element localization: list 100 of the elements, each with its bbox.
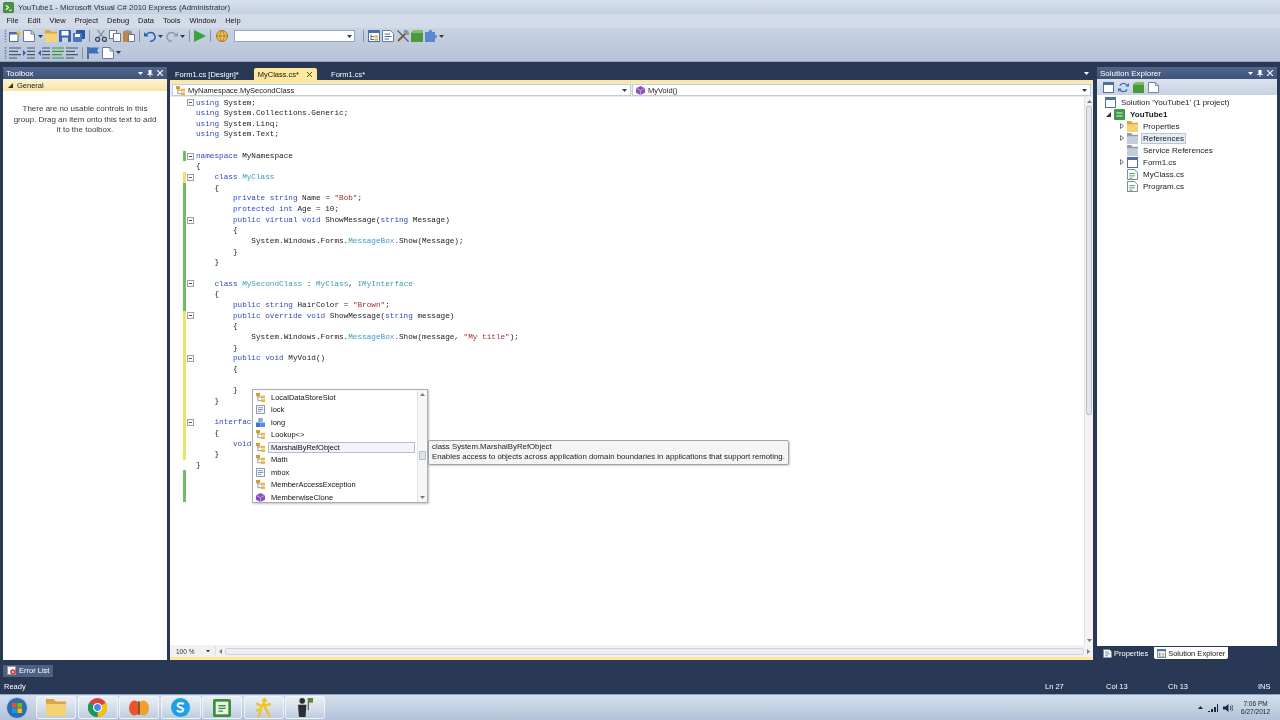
tools-icon[interactable]: [396, 30, 409, 43]
undo-icon[interactable]: [144, 30, 157, 43]
window-icon[interactable]: [1103, 81, 1114, 93]
document-lines-icon[interactable]: [382, 30, 395, 43]
flag-orb-icon[interactable]: [6, 696, 28, 719]
text-lines-icon[interactable]: [9, 46, 22, 59]
close-icon[interactable]: [307, 71, 313, 77]
cube-icon: [636, 85, 645, 95]
right-arrow-icon[interactable]: [1087, 648, 1090, 654]
vertical-scrollbar[interactable]: [1084, 97, 1093, 645]
collapse-icon[interactable]: [187, 152, 194, 160]
circle-logo-icon: [88, 698, 107, 717]
collapse-icon[interactable]: [187, 419, 194, 426]
speaker-icon[interactable]: [1223, 703, 1234, 712]
collapse-icon[interactable]: [187, 99, 194, 107]
tile-logo-icon: [213, 698, 231, 717]
expanded-arrow-icon[interactable]: [8, 82, 13, 88]
tree-item[interactable]: Form1.cs: [1141, 156, 1179, 168]
down-arrow-icon[interactable]: [420, 496, 425, 499]
tree-item[interactable]: Service References: [1141, 144, 1215, 156]
caret-icon[interactable]: [1248, 71, 1253, 75]
panel-title: Solution Explorer: [1100, 68, 1162, 78]
collapsed-arrow-icon[interactable]: [1119, 123, 1124, 129]
folder-icon: [1127, 132, 1138, 144]
clipboard-icon[interactable]: [122, 30, 135, 43]
caret-icon[interactable]: [115, 51, 121, 55]
folder-icon: [1127, 120, 1138, 132]
linked-boxes-icon: [256, 455, 265, 465]
tree-item[interactable]: YouTube1: [1128, 108, 1170, 120]
round-logo-icon: [171, 698, 190, 717]
page-icon[interactable]: [101, 46, 114, 59]
list-scrollbar[interactable]: [417, 390, 427, 502]
caret-icon[interactable]: [37, 34, 43, 38]
indent-icon[interactable]: [23, 46, 36, 59]
box-icon[interactable]: [410, 30, 423, 43]
caret-icon[interactable]: [158, 34, 164, 38]
collapse-icon[interactable]: [187, 173, 194, 181]
caret-icon[interactable]: [346, 34, 352, 38]
taskbar-button[interactable]: [285, 696, 325, 719]
tree-item[interactable]: Program.cs: [1141, 180, 1186, 192]
tree-item[interactable]: MyClass.cs: [1141, 168, 1186, 180]
expanded-arrow-icon[interactable]: [1106, 111, 1111, 117]
window-tree-icon[interactable]: [368, 30, 381, 43]
linked-boxes-icon: [176, 85, 185, 95]
pin-icon[interactable]: [147, 69, 153, 77]
copy-icon[interactable]: [108, 30, 121, 43]
horizontal-scrollbar[interactable]: [215, 646, 1093, 656]
down-arrow-icon[interactable]: [1086, 639, 1092, 642]
app-logo-icon: [3, 1, 14, 13]
window-tree-icon: [1157, 648, 1167, 658]
caret-icon[interactable]: [439, 34, 445, 38]
up-arrow-icon[interactable]: [1198, 706, 1204, 709]
scrollbar-thumb[interactable]: [419, 450, 426, 460]
box-icon[interactable]: [1133, 81, 1144, 93]
collapse-icon[interactable]: [187, 280, 194, 288]
pin-icon[interactable]: [1257, 69, 1263, 77]
outdent-icon[interactable]: [37, 46, 50, 59]
collapse-icon[interactable]: [187, 216, 194, 224]
page-icon[interactable]: [1148, 81, 1159, 93]
linked-boxes-icon: [256, 442, 265, 452]
window-icon: [1127, 156, 1138, 168]
disks-icon[interactable]: [73, 30, 86, 43]
error-page-icon: [7, 666, 16, 675]
text-lines-icon[interactable]: [65, 46, 78, 59]
left-arrow-icon[interactable]: [219, 648, 222, 654]
lined-page-icon: [256, 405, 265, 415]
scissors-icon[interactable]: [94, 30, 107, 43]
signal-bars-icon[interactable]: [1208, 703, 1219, 712]
caret-icon[interactable]: [622, 88, 627, 92]
page-icon: [1127, 168, 1138, 180]
taskbar-button[interactable]: [119, 696, 159, 719]
page-icon[interactable]: [23, 30, 36, 43]
caret-icon[interactable]: [206, 649, 210, 653]
panel-title: Toolbox: [6, 68, 35, 78]
collapsed-arrow-icon[interactable]: [1119, 135, 1124, 141]
tree-item[interactable]: Properties: [1141, 120, 1182, 132]
refresh-icon[interactable]: [1118, 81, 1129, 93]
caret-icon[interactable]: [1082, 88, 1087, 92]
caret-icon[interactable]: [138, 71, 143, 75]
grip-icon[interactable]: [4, 46, 7, 59]
empty-toolbox-message: There are no usable controls in this group. Drag an item onto this text to add it to the toolbox.: [12, 104, 158, 136]
scrollbar-thumb[interactable]: [225, 647, 1084, 655]
lined-page-icon: [256, 467, 265, 477]
folder-icon: [46, 699, 66, 716]
flag-icon[interactable]: [87, 46, 100, 59]
caret-icon[interactable]: [1084, 72, 1089, 75]
tree-item[interactable]: References: [1141, 132, 1186, 144]
caret-icon[interactable]: [179, 34, 185, 38]
butterfly-icon: [129, 699, 149, 716]
tree-item[interactable]: Solution 'YouTube1' (1 project): [1119, 96, 1232, 108]
toolbar-combo-field[interactable]: [233, 30, 355, 43]
collapse-icon[interactable]: [187, 312, 194, 320]
collapse-icon[interactable]: [187, 355, 194, 363]
lined-square-icon: [1114, 108, 1125, 120]
collapsed-arrow-icon[interactable]: [1119, 159, 1124, 165]
linked-boxes-icon: [256, 430, 265, 440]
scrollbar-thumb[interactable]: [1086, 106, 1092, 415]
grip-icon[interactable]: [4, 30, 7, 43]
blocks-icon: [256, 417, 265, 427]
globe-icon[interactable]: [215, 30, 228, 43]
